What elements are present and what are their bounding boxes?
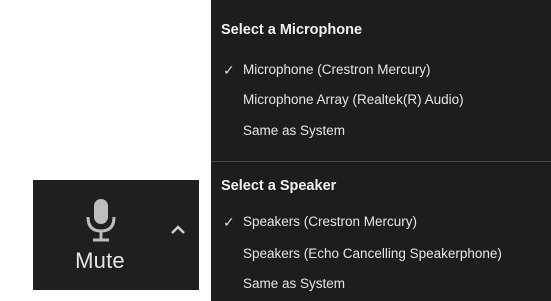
audio-options-caret-button[interactable] xyxy=(165,218,191,242)
mute-button[interactable]: Mute xyxy=(45,190,155,284)
chevron-up-icon xyxy=(165,225,191,246)
menu-item-label: Same as System xyxy=(243,276,346,291)
app-window: Mute Select a Microphone ✓ Microphone (C… xyxy=(0,0,551,301)
audio-toolbar: Mute xyxy=(33,180,199,290)
menu-divider xyxy=(211,161,551,162)
speaker-option-crestron[interactable]: ✓ Speakers (Crestron Mercury) xyxy=(211,210,551,238)
microphone-option-crestron[interactable]: ✓ Microphone (Crestron Mercury) xyxy=(211,58,551,86)
check-icon: ✓ xyxy=(223,214,235,230)
check-icon: ✓ xyxy=(223,62,235,78)
menu-item-label: Microphone (Crestron Mercury) xyxy=(243,62,431,77)
menu-item-label: Speakers (Echo Cancelling Speakerphone) xyxy=(243,246,502,261)
menu-item-label: Microphone Array (Realtek(R) Audio) xyxy=(243,92,464,107)
microphone-icon xyxy=(81,198,121,244)
microphone-option-realtek[interactable]: Microphone Array (Realtek(R) Audio) xyxy=(211,88,551,116)
menu-item-label: Speakers (Crestron Mercury) xyxy=(243,214,418,229)
mute-label: Mute xyxy=(75,248,125,273)
menu-item-label: Same as System xyxy=(243,123,346,138)
audio-device-menu: Select a Microphone ✓ Microphone (Crestr… xyxy=(211,0,551,301)
speaker-option-same-as-system[interactable]: Same as System xyxy=(211,272,551,300)
microphone-section-title: Select a Microphone xyxy=(221,22,363,38)
microphone-option-same-as-system[interactable]: Same as System xyxy=(211,119,551,147)
speaker-option-echo-cancelling[interactable]: Speakers (Echo Cancelling Speakerphone) xyxy=(211,242,551,270)
speaker-section-title: Select a Speaker xyxy=(221,178,337,194)
